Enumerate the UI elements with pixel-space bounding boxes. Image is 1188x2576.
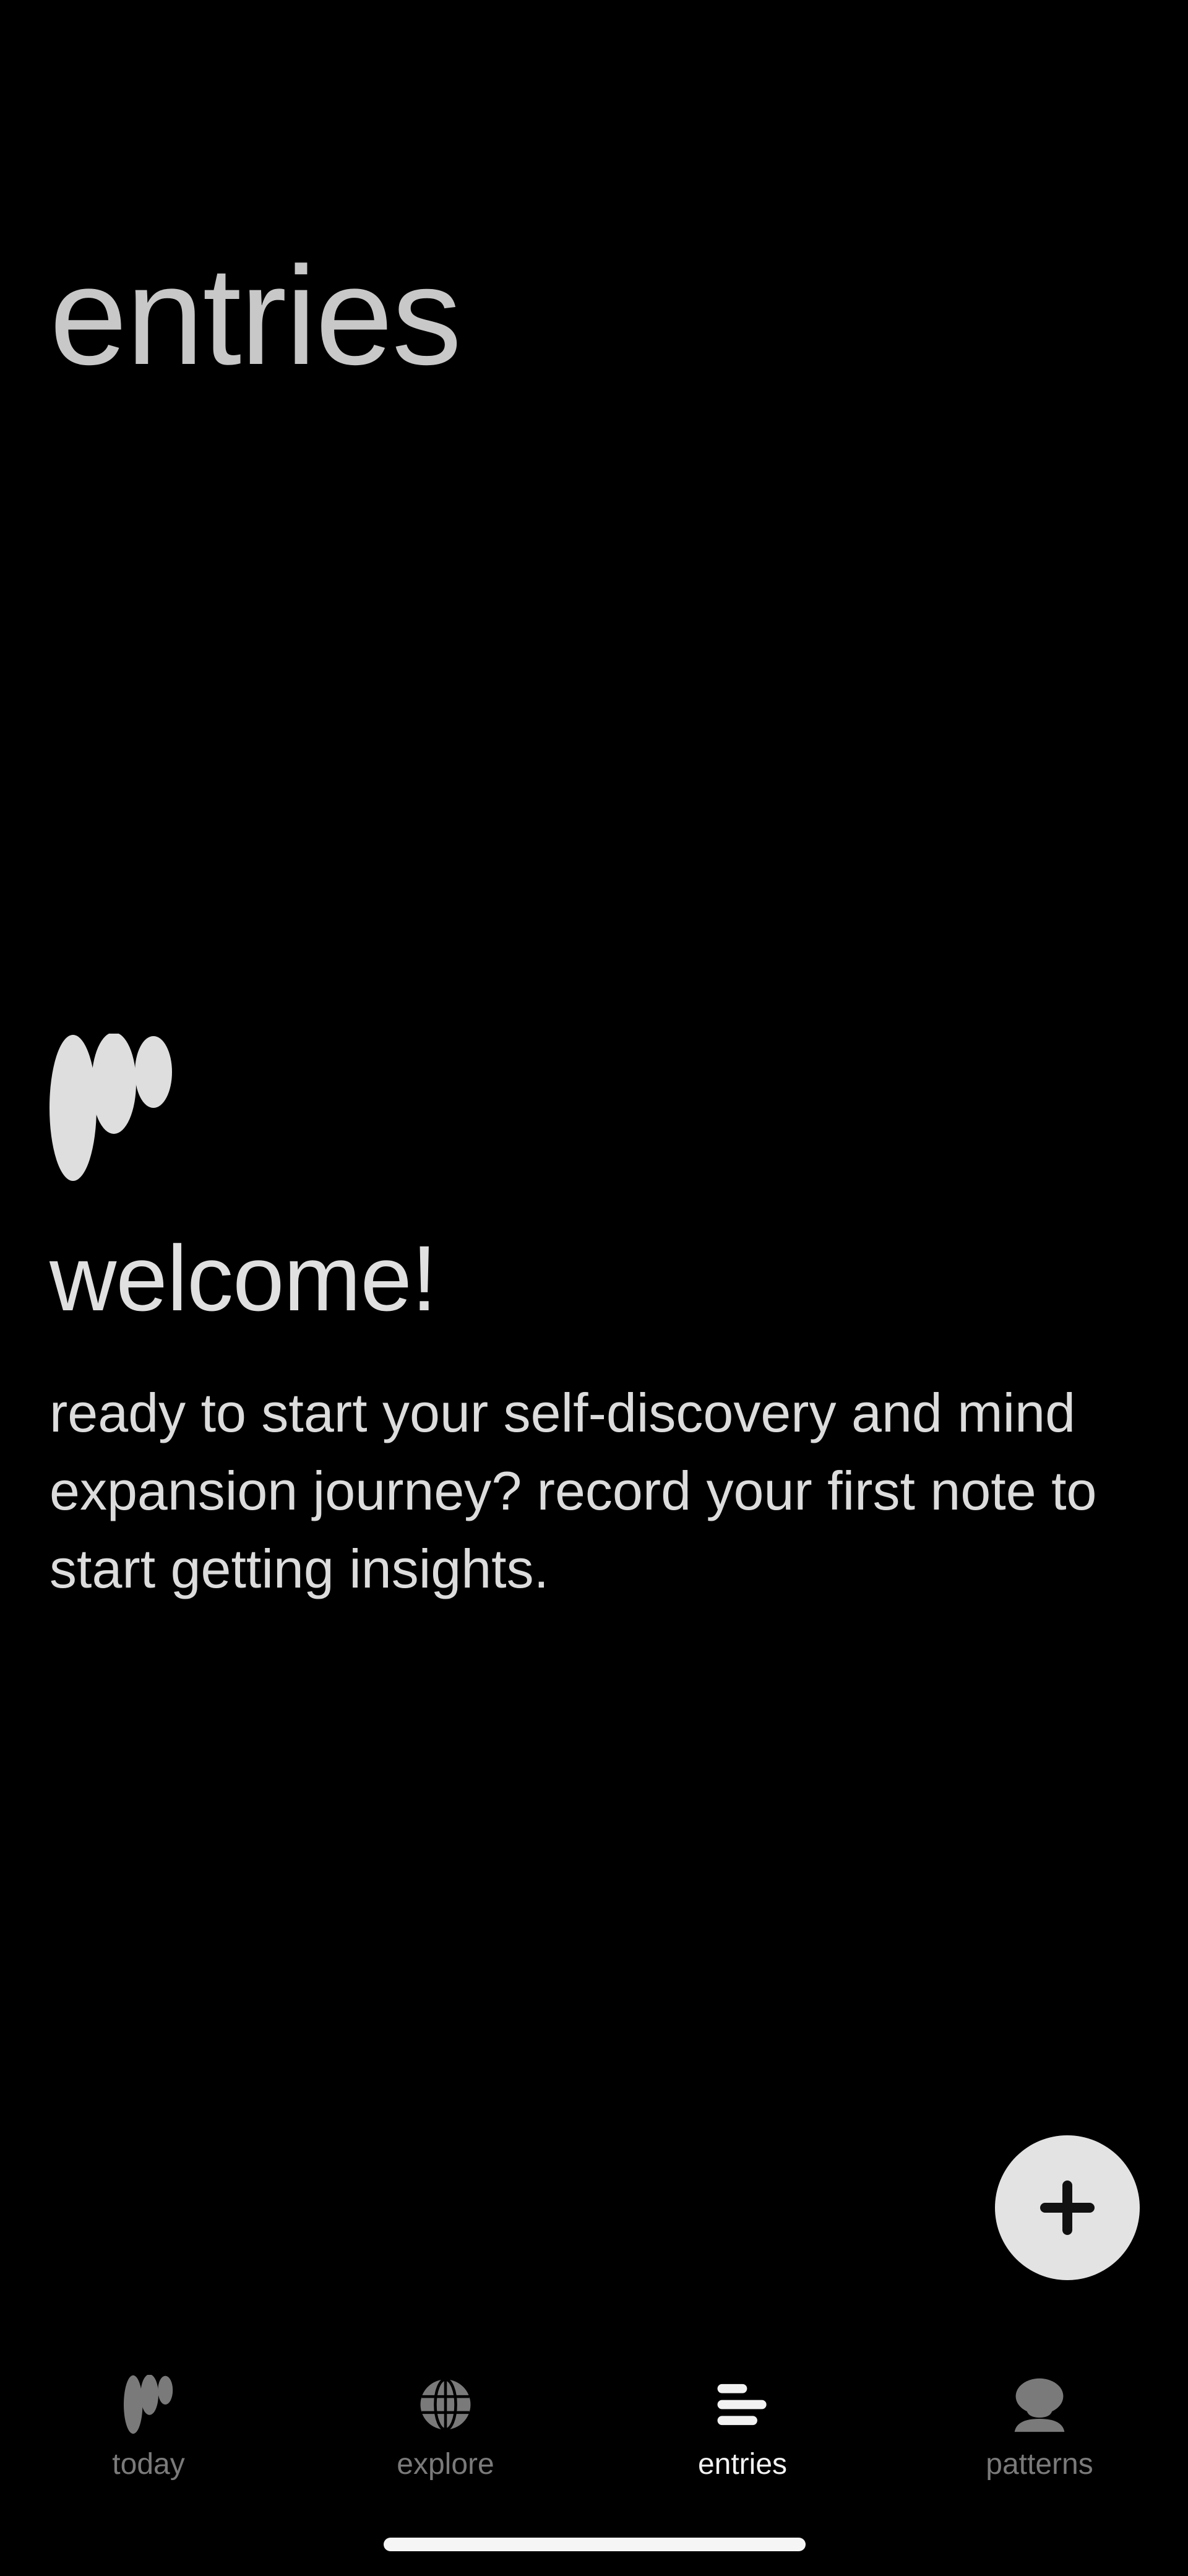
tab-explore[interactable]: explore	[297, 2352, 594, 2494]
tab-label: patterns	[986, 2448, 1093, 2481]
tab-label: entries	[697, 2448, 788, 2481]
add-entry-button[interactable]	[995, 2135, 1140, 2280]
tab-label: explore	[397, 2448, 494, 2481]
home-indicator[interactable]	[384, 2538, 806, 2551]
tab-patterns[interactable]: patterns	[891, 2352, 1188, 2494]
welcome-title: welcome!	[50, 1226, 437, 1330]
welcome-message: ready to start your self-discovery and m…	[50, 1382, 1097, 1599]
tab-today[interactable]: today	[0, 2352, 297, 2494]
entries-lines-icon	[708, 2371, 777, 2439]
page-title: entries	[50, 237, 462, 394]
brand-logo-icon	[114, 2371, 183, 2439]
globe-icon	[411, 2371, 480, 2439]
plus-icon	[1040, 2181, 1095, 2235]
head-icon	[1005, 2371, 1074, 2439]
brand-logo-icon	[50, 1034, 172, 1181]
tab-bar: today explore entries patterns	[0, 2352, 1188, 2494]
tab-label: today	[112, 2448, 185, 2481]
empty-state: welcome! ready to start your self-discov…	[50, 1034, 1138, 1608]
tab-entries[interactable]: entries	[594, 2352, 891, 2494]
